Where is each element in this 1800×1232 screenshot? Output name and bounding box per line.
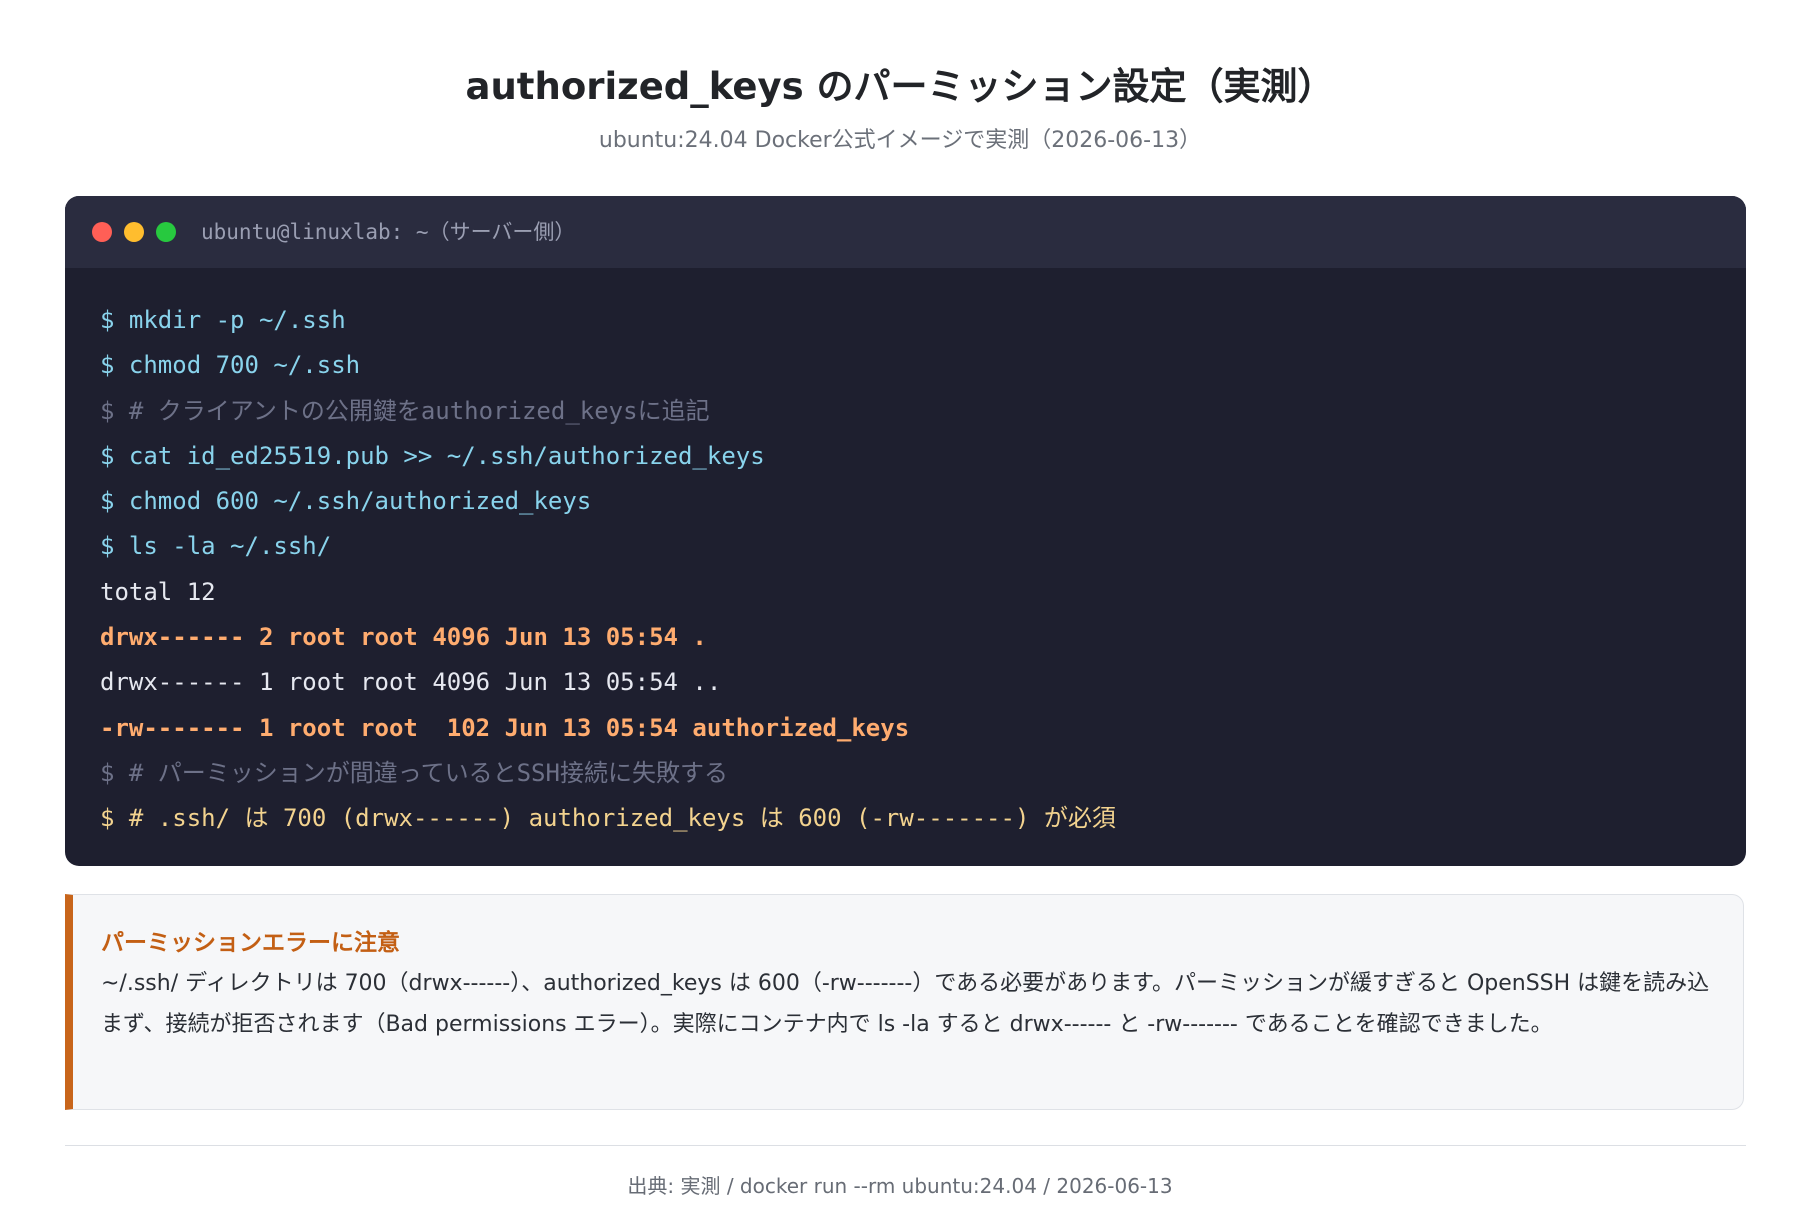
terminal-line: drwx------ 2 root root 4096 Jun 13 05:54… [100, 623, 707, 652]
terminal-line: $ # パーミッションが間違っているとSSH接続に失敗する [100, 758, 728, 787]
terminal-output: $ mkdir -p ~/.ssh $ chmod 700 ~/.ssh $ # ク… [65, 268, 1746, 842]
terminal-title-bar: ubuntu@linuxlab: ~（サーバー側） [65, 196, 1746, 268]
terminal-line: $ chmod 700 ~/.ssh [100, 351, 361, 380]
terminal-window-title: ubuntu@linuxlab: ~（サーバー側） [201, 220, 576, 244]
terminal-window: ubuntu@linuxlab: ~（サーバー側） $ mkdir -p ~/.… [65, 196, 1746, 866]
maximize-dot-icon [156, 222, 176, 242]
terminal-line: drwx------ 1 root root 4096 Jun 13 05:54… [100, 668, 722, 697]
close-dot-icon [92, 222, 112, 242]
footer-divider [65, 1145, 1746, 1146]
terminal-line: total 12 [100, 577, 216, 606]
terminal-line: $ mkdir -p ~/.ssh [100, 306, 346, 334]
terminal-line: $ ls -la ~/.ssh/ [100, 532, 332, 561]
page-title: authorized_keys のパーミッション設定（実測） [465, 65, 1335, 108]
warning-callout: パーミッションエラーに注意 ~/.ssh/ ディレクトリは 700（drwx--… [65, 894, 1744, 1110]
minimize-dot-icon [124, 222, 144, 242]
terminal-line: $ cat id_ed25519.pub >> ~/.ssh/authorize… [100, 441, 765, 470]
terminal-line: $ chmod 600 ~/.ssh/authorized_keys [100, 487, 592, 516]
footer-source: 出典: 実測 / docker run --rm ubuntu:24.04 / … [627, 1174, 1173, 1198]
callout-text: ~/.ssh/ ディレクトリは 700（drwx------）、authoriz… [101, 971, 1710, 1037]
callout-title: パーミッションエラーに注意 [101, 930, 400, 956]
page-subtitle: ubuntu:24.04 Docker公式イメージで実測（2026-06-13） [598, 128, 1202, 153]
terminal-line: -rw------- 1 root root 102 Jun 13 05:54 … [100, 713, 910, 742]
terminal-line: $ # クライアントの公開鍵をauthorized_keysに追記 [100, 396, 710, 425]
page: authorized_keys のパーミッション設定（実測） ubuntu:24… [0, 0, 1800, 1232]
terminal-line: $ # .ssh/ は 700 (drwx------) authorized_… [100, 804, 1116, 833]
